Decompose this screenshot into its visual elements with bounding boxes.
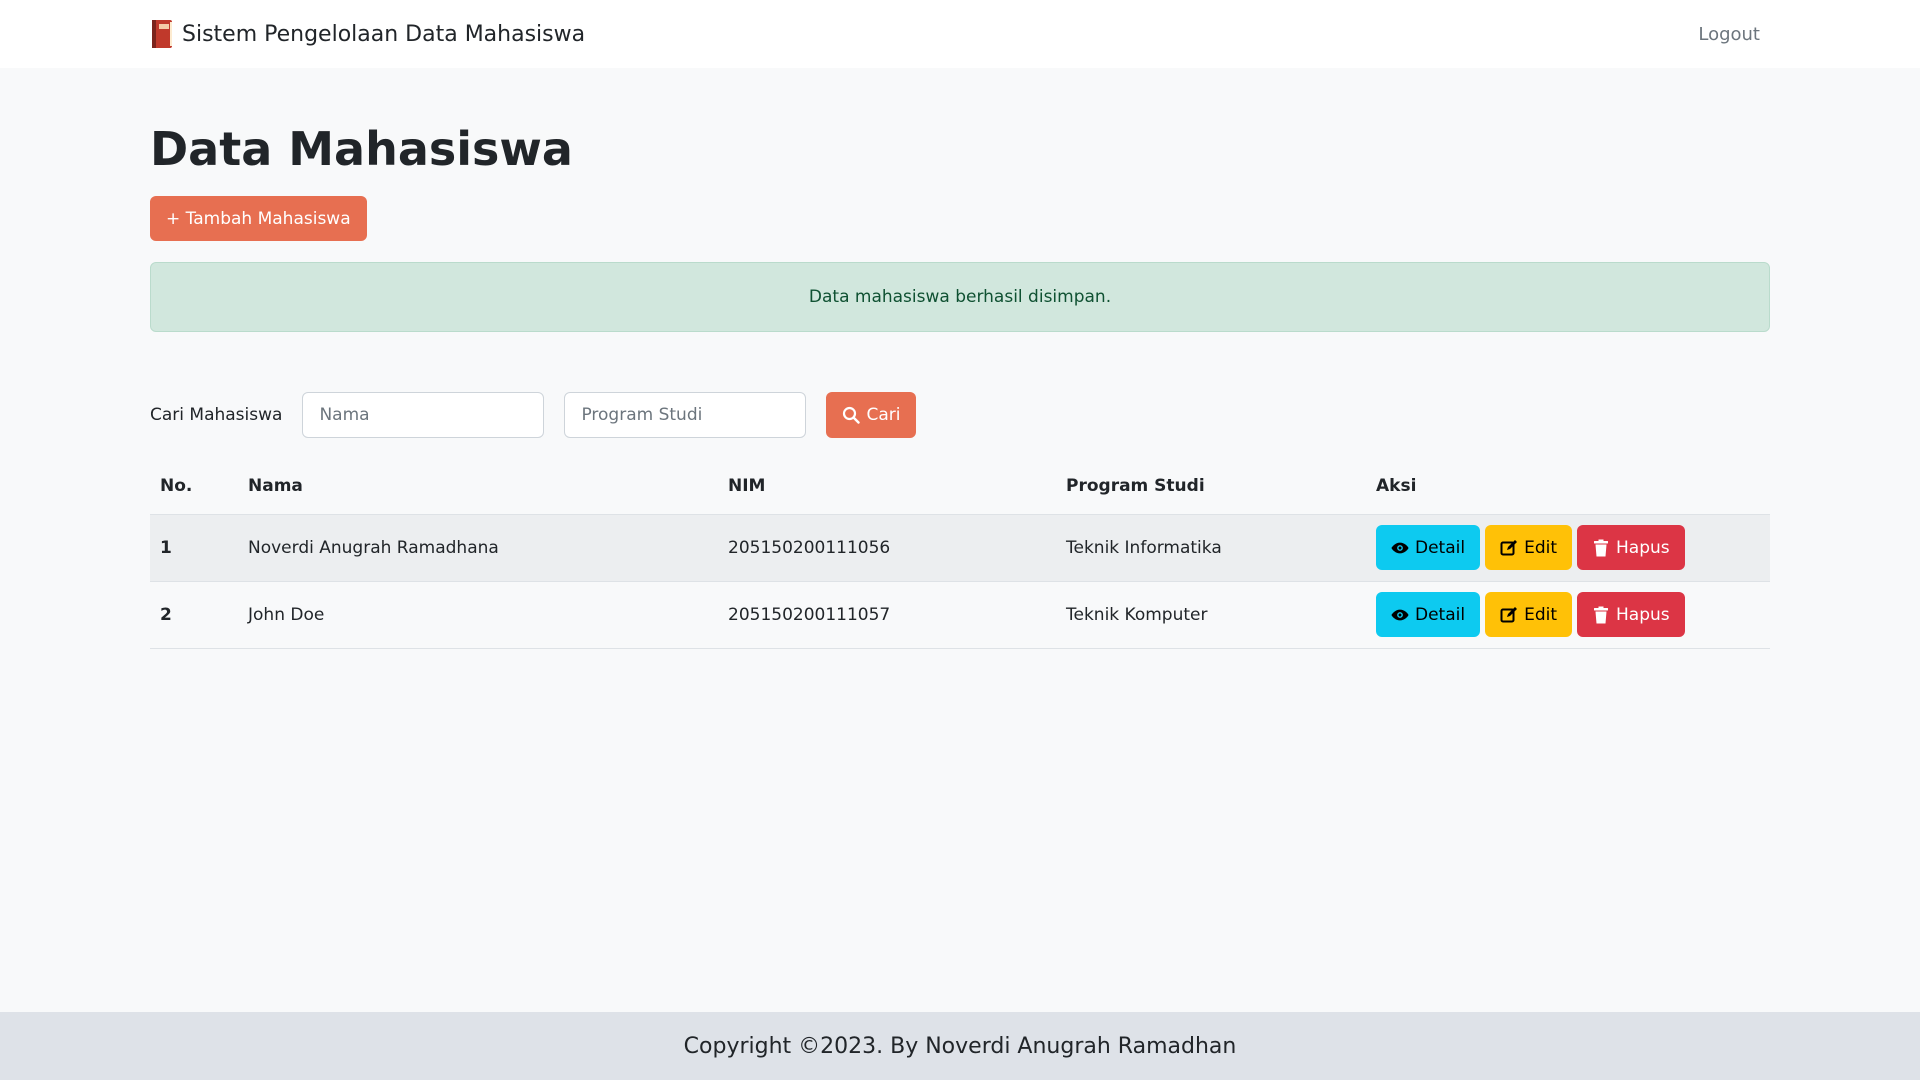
row-prodi: Teknik Informatika [1056,514,1366,582]
brand[interactable]: Sistem Pengelolaan Data Mahasiswa [150,19,585,49]
delete-button[interactable]: Hapus [1577,592,1685,637]
edit-button[interactable]: Edit [1485,592,1573,637]
edit-button[interactable]: Edit [1485,525,1573,570]
row-prodi: Teknik Komputer [1056,581,1366,649]
row-nim: 205150200111056 [718,514,1056,582]
edit-icon [1500,606,1518,622]
detail-button[interactable]: Detail [1376,592,1481,637]
brand-title: Sistem Pengelolaan Data Mahasiswa [182,21,586,47]
edit-icon [1500,539,1518,555]
students-table: No. Nama NIM Program Studi Aksi 1 Noverd… [150,458,1770,649]
header-nim: NIM [718,458,1056,515]
page-title: Data Mahasiswa [150,122,573,176]
edit-button-label: Edit [1524,604,1558,625]
delete-button-label: Hapus [1616,604,1670,625]
alert-message: Data mahasiswa berhasil disimpan. [808,287,1112,307]
delete-button-label: Hapus [1616,537,1670,558]
detail-button[interactable]: Detail [1376,525,1481,570]
table-row: 1 Noverdi Anugrah Ramadhana 205150200111… [150,514,1770,582]
table-row: 2 John Doe 205150200111057 Teknik Komput… [150,581,1770,649]
footer: Copyright ©2023. By Noverdi Anugrah Rama… [0,1012,1920,1080]
row-nama: John Doe [238,581,718,649]
eye-icon [1391,609,1409,620]
success-alert: Data mahasiswa berhasil disimpan. [150,262,1770,332]
header-prodi: Program Studi [1056,458,1366,515]
copyright-text: Copyright ©2023. By Noverdi Anugrah Rama… [683,1033,1237,1059]
name-search-input[interactable] [302,392,545,438]
search-button-label: Cari [866,405,901,425]
row-nim: 205150200111057 [718,581,1056,649]
logout-link[interactable]: Logout [1698,24,1760,45]
main-content: Data Mahasiswa + Tambah Mahasiswa Data m… [150,68,1770,649]
trash-icon [1594,606,1609,623]
detail-button-label: Detail [1415,604,1466,625]
row-number: 2 [150,581,238,649]
header-nama: Nama [238,458,718,515]
trash-icon [1594,539,1609,556]
edit-button-label: Edit [1524,537,1558,558]
row-actions: Detail Edit Hapus [1366,514,1770,582]
row-number: 1 [150,514,238,582]
search-form: Cari Mahasiswa Cari [150,392,1770,438]
search-label: Cari Mahasiswa [150,405,283,425]
header-aksi: Aksi [1366,458,1770,515]
table-header-row: No. Nama NIM Program Studi Aksi [150,458,1770,515]
row-actions: Detail Edit Hapus [1366,581,1770,649]
delete-button[interactable]: Hapus [1577,525,1685,570]
prodi-search-input[interactable] [564,392,807,438]
detail-button-label: Detail [1415,537,1466,558]
row-nama: Noverdi Anugrah Ramadhana [238,514,718,582]
book-icon [152,20,172,48]
add-student-button[interactable]: + Tambah Mahasiswa [150,196,367,241]
search-button[interactable]: Cari [826,392,917,438]
header-no: No. [150,458,238,515]
eye-icon [1391,542,1409,553]
navbar: Sistem Pengelolaan Data Mahasiswa Logout [0,0,1920,68]
search-icon [843,406,861,424]
